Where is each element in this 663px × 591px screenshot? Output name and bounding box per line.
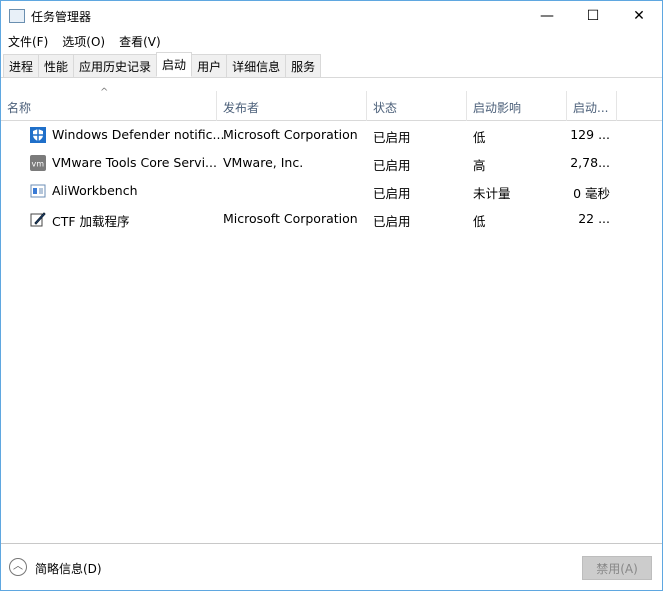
tab-app-history[interactable]: 应用历史记录 xyxy=(73,54,158,77)
row-name: CTF 加载程序 xyxy=(52,214,130,229)
disable-button: 禁用(A) xyxy=(582,556,652,580)
tab-performance[interactable]: 性能 xyxy=(38,54,75,77)
column-name-label: 名称 xyxy=(7,101,32,115)
table-row[interactable]: vm VMware Tools Core Servi... VMware, In… xyxy=(1,149,662,177)
row-impact: 低 xyxy=(473,214,486,229)
row-publisher: Microsoft Corporation xyxy=(223,211,358,226)
row-name: Windows Defender notific... xyxy=(52,127,225,142)
footer: ︿ 简略信息(D) 禁用(A) xyxy=(1,543,662,590)
row-time: 2,78... xyxy=(570,155,610,170)
row-status: 已启用 xyxy=(373,186,411,201)
tab-startup[interactable]: 启动 xyxy=(156,52,193,77)
tab-services[interactable]: 服务 xyxy=(285,54,322,77)
row-status: 已启用 xyxy=(373,130,411,145)
row-name: VMware Tools Core Servi... xyxy=(52,155,217,170)
menu-bar: 文件(F) 选项(O) 查看(V) xyxy=(1,31,168,51)
row-impact: 未计量 xyxy=(473,186,511,201)
window-title: 任务管理器 xyxy=(31,9,92,24)
column-header-row: ^ 名称 发布者 状态 启动影响 启动... xyxy=(1,87,662,121)
chevron-up-icon[interactable]: ︿ xyxy=(9,558,27,576)
tab-users[interactable]: 用户 xyxy=(191,54,228,77)
pen-icon xyxy=(30,212,46,227)
row-name: AliWorkbench xyxy=(52,183,138,198)
title-bar: 任务管理器 — ☐ ✕ xyxy=(1,1,662,31)
row-impact: 高 xyxy=(473,158,486,173)
column-startup-time[interactable]: 启动... xyxy=(567,91,617,121)
sort-up-icon: ^ xyxy=(100,87,109,98)
column-impact[interactable]: 启动影响 xyxy=(467,91,567,121)
tab-details[interactable]: 详细信息 xyxy=(226,54,287,77)
row-status: 已启用 xyxy=(373,214,411,229)
menu-options[interactable]: 选项(O) xyxy=(55,33,112,50)
row-impact: 低 xyxy=(473,130,486,145)
row-time: 22 ... xyxy=(578,211,610,226)
table-row[interactable]: Windows Defender notific... Microsoft Co… xyxy=(1,121,662,149)
row-status: 已启用 xyxy=(373,158,411,173)
table-row[interactable]: AliWorkbench 已启用 未计量 0 毫秒 xyxy=(1,177,662,205)
minimize-button[interactable]: — xyxy=(524,1,570,31)
close-button[interactable]: ✕ xyxy=(616,1,662,31)
menu-file[interactable]: 文件(F) xyxy=(1,33,55,50)
row-publisher: Microsoft Corporation xyxy=(223,127,358,142)
row-time: 0 毫秒 xyxy=(573,186,610,201)
shield-icon xyxy=(30,127,46,143)
tab-processes[interactable]: 进程 xyxy=(3,54,40,77)
row-publisher: VMware, Inc. xyxy=(223,155,304,170)
table-row[interactable]: CTF 加载程序 Microsoft Corporation 已启用 低 22 … xyxy=(1,205,662,233)
maximize-button[interactable]: ☐ xyxy=(570,1,616,31)
row-time: 129 ... xyxy=(570,127,610,142)
app-window-icon xyxy=(30,184,46,198)
svg-text:vm: vm xyxy=(32,160,45,169)
column-publisher[interactable]: 发布者 xyxy=(217,91,367,121)
tab-bar: 进程 性能 应用历史记录 启动 用户 详细信息 服务 xyxy=(1,52,662,78)
task-manager-icon xyxy=(9,9,25,23)
column-status[interactable]: 状态 xyxy=(367,91,467,121)
vmware-icon: vm xyxy=(30,155,46,171)
column-name[interactable]: ^ 名称 xyxy=(1,87,217,121)
menu-view[interactable]: 查看(V) xyxy=(112,33,168,50)
less-details-link[interactable]: 简略信息(D) xyxy=(35,560,102,577)
